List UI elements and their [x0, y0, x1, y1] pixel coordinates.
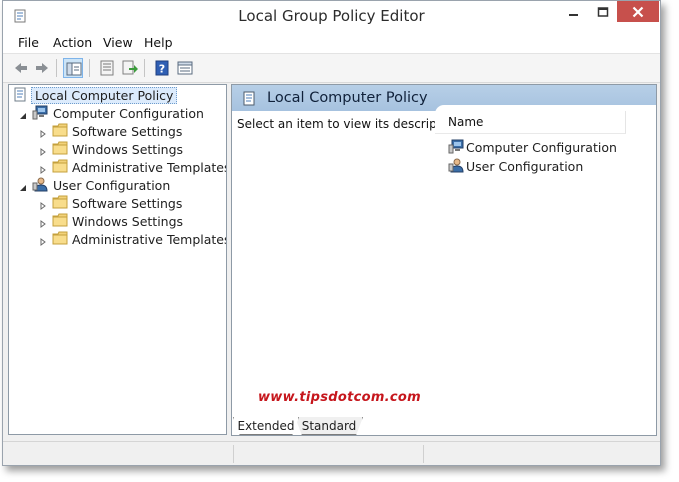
list-item-computer-configuration[interactable]: Computer Configuration [448, 138, 618, 156]
tree-item-label: Windows Settings [72, 142, 184, 157]
tree-item-user-configuration[interactable]: User Configuration [9, 176, 219, 194]
tab-extended[interactable]: Extended [233, 417, 299, 435]
menu-file[interactable]: File [18, 35, 39, 50]
filter-view-button[interactable] [175, 58, 195, 78]
svg-text:?: ? [159, 63, 165, 76]
minimize-button[interactable] [560, 1, 588, 22]
collapsed-arrow-icon[interactable] [39, 163, 47, 177]
folder-icon [52, 159, 68, 176]
watermark-text: www.tipsdotcom.com [258, 390, 422, 405]
tree-item-local-computer-policy[interactable]: Local Computer Policy [9, 86, 209, 104]
main-window: Local Group Policy Editor File Action Vi… [2, 0, 661, 466]
back-arrow-icon [15, 63, 27, 73]
tree-item-computer-windows-settings[interactable]: Windows Settings [9, 140, 224, 158]
show-hide-console-tree-icon [66, 62, 82, 76]
list-item-label: User Configuration [466, 159, 584, 174]
tree-item-user-administrative-templates[interactable]: Administrative Templates [9, 230, 227, 249]
details-pane: Local Computer Policy Select an item to … [231, 84, 657, 436]
export-list-icon [122, 60, 138, 75]
tree-user-label: User Configuration [53, 178, 171, 193]
collapsed-arrow-icon[interactable] [39, 127, 47, 141]
menu-view[interactable]: View [103, 35, 133, 50]
collapsed-arrow-icon[interactable] [39, 235, 47, 249]
forward-arrow-icon [36, 63, 48, 73]
forward-button[interactable] [32, 58, 52, 78]
folder-icon [52, 213, 68, 230]
tree-item-computer-software-settings[interactable]: Software Settings [9, 122, 224, 140]
folder-icon [52, 123, 68, 140]
tree-item-computer-configuration[interactable]: Computer Configuration [9, 104, 219, 122]
back-button[interactable] [11, 58, 31, 78]
expanded-arrow-icon[interactable] [19, 181, 27, 195]
details-header-title: Local Computer Policy [267, 90, 428, 106]
name-column-header[interactable]: Name [435, 111, 626, 134]
maximize-icon [597, 6, 609, 17]
menu-action[interactable]: Action [53, 35, 92, 50]
name-column-label: Name [448, 115, 484, 129]
console-tree: Local Computer Policy Computer Configura… [8, 84, 227, 435]
show-hide-tree-button[interactable] [63, 58, 83, 78]
tree-item-user-windows-settings[interactable]: Windows Settings [9, 212, 224, 230]
status-divider [423, 445, 424, 463]
toolbar-separator [56, 59, 57, 77]
toolbar-separator [144, 59, 145, 77]
expanded-arrow-icon[interactable] [19, 109, 27, 123]
user-icon [448, 158, 464, 176]
close-icon [632, 6, 644, 17]
tree-item-computer-administrative-templates[interactable]: Administrative Templates [9, 158, 227, 177]
tree-root-label: Local Computer Policy [31, 87, 178, 104]
tab-standard[interactable]: Standard [295, 417, 363, 435]
tree-item-label: Administrative Templates [72, 232, 227, 247]
collapsed-arrow-icon[interactable] [39, 145, 47, 159]
list-item-label: Computer Configuration [466, 140, 617, 155]
properties-button[interactable] [97, 58, 117, 78]
tree-item-label: Windows Settings [72, 214, 184, 229]
status-bar [3, 441, 660, 465]
filter-view-icon [177, 61, 193, 75]
view-tabs: Standard Extended [231, 417, 657, 437]
tree-item-label: Software Settings [72, 124, 183, 139]
collapsed-arrow-icon[interactable] [39, 199, 47, 213]
minimize-icon [569, 13, 578, 16]
tree-item-label: Administrative Templates [72, 160, 227, 175]
export-list-button[interactable] [120, 58, 140, 78]
menu-help[interactable]: Help [144, 35, 173, 50]
title-bar: Local Group Policy Editor [3, 1, 660, 31]
toolbar: ? [3, 54, 660, 83]
folder-icon [52, 195, 68, 212]
status-divider [233, 445, 234, 463]
maximize-button[interactable] [589, 1, 617, 22]
properties-icon [100, 60, 114, 76]
folder-icon [52, 141, 68, 158]
tree-item-user-software-settings[interactable]: Software Settings [9, 194, 224, 212]
folder-icon [52, 231, 68, 248]
policy-document-icon [13, 87, 28, 105]
computer-icon [32, 105, 48, 123]
help-button[interactable]: ? [152, 58, 172, 78]
close-button[interactable] [617, 1, 659, 22]
policy-document-icon [242, 91, 257, 109]
menu-bar: File Action View Help [3, 31, 660, 54]
item-list: Name Computer Configuration User Configu… [435, 105, 656, 415]
collapsed-arrow-icon[interactable] [39, 217, 47, 231]
tree-computer-label: Computer Configuration [53, 106, 204, 121]
list-item-user-configuration[interactable]: User Configuration [448, 157, 618, 175]
computer-icon [448, 139, 464, 157]
description-text: Select an item to view its description. [237, 117, 464, 131]
toolbar-separator [89, 59, 90, 77]
help-icon: ? [155, 60, 169, 76]
user-icon [32, 177, 48, 195]
tree-item-label: Software Settings [72, 196, 183, 211]
